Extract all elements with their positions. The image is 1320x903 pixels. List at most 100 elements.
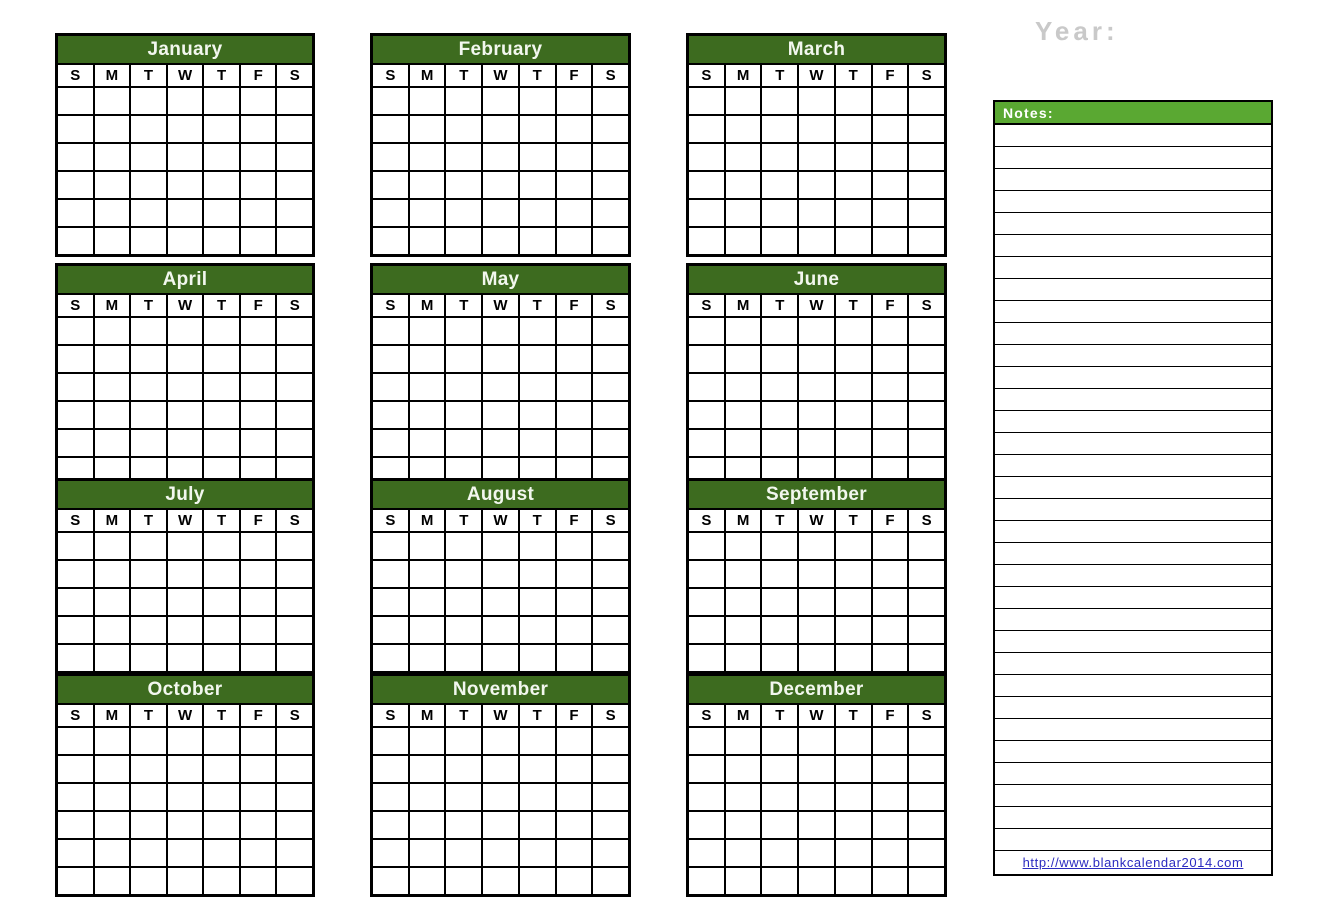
day-cell[interactable] — [689, 784, 724, 810]
day-cell[interactable] — [593, 617, 629, 643]
day-cell[interactable] — [373, 402, 408, 428]
day-cell[interactable] — [725, 374, 761, 400]
day-cell[interactable] — [519, 561, 555, 587]
day-cell[interactable] — [556, 200, 592, 226]
day-cell[interactable] — [835, 561, 871, 587]
day-cell[interactable] — [519, 756, 555, 782]
day-cell[interactable] — [240, 116, 276, 142]
day-cell[interactable] — [131, 172, 166, 198]
day-cell[interactable] — [762, 756, 798, 782]
day-cell[interactable] — [240, 402, 276, 428]
day-cell[interactable] — [725, 200, 761, 226]
day-cell[interactable] — [689, 346, 724, 372]
day-cell[interactable] — [277, 144, 313, 170]
day-cell[interactable] — [373, 318, 408, 344]
day-cell[interactable] — [593, 561, 629, 587]
day-cell[interactable] — [689, 430, 724, 456]
day-cell[interactable] — [131, 645, 166, 671]
day-cell[interactable] — [725, 430, 761, 456]
note-line[interactable] — [995, 279, 1271, 301]
day-cell[interactable] — [409, 88, 445, 114]
day-cell[interactable] — [556, 645, 592, 671]
day-cell[interactable] — [277, 784, 313, 810]
day-cell[interactable] — [58, 756, 93, 782]
day-cell[interactable] — [872, 346, 908, 372]
day-cell[interactable] — [409, 172, 445, 198]
day-cell[interactable] — [909, 346, 945, 372]
note-line[interactable] — [995, 697, 1271, 719]
day-cell[interactable] — [835, 756, 871, 782]
day-cell[interactable] — [909, 228, 945, 254]
note-line[interactable] — [995, 741, 1271, 763]
day-cell[interactable] — [909, 840, 945, 866]
day-cell[interactable] — [373, 346, 408, 372]
day-cell[interactable] — [725, 728, 761, 754]
day-cell[interactable] — [58, 617, 93, 643]
day-cell[interactable] — [446, 346, 482, 372]
day-cell[interactable] — [483, 346, 518, 372]
day-cell[interactable] — [483, 228, 518, 254]
day-cell[interactable] — [799, 200, 834, 226]
day-cell[interactable] — [446, 88, 482, 114]
day-cell[interactable] — [593, 645, 629, 671]
day-cell[interactable] — [519, 645, 555, 671]
day-cell[interactable] — [204, 374, 239, 400]
day-cell[interactable] — [483, 812, 518, 838]
day-cell[interactable] — [593, 840, 629, 866]
day-cell[interactable] — [483, 868, 518, 894]
day-cell[interactable] — [446, 645, 482, 671]
day-cell[interactable] — [519, 812, 555, 838]
day-cell[interactable] — [872, 756, 908, 782]
day-cell[interactable] — [519, 589, 555, 615]
day-cell[interactable] — [872, 645, 908, 671]
day-cell[interactable] — [131, 402, 166, 428]
day-cell[interactable] — [483, 784, 518, 810]
day-cell[interactable] — [909, 561, 945, 587]
day-cell[interactable] — [556, 812, 592, 838]
day-cell[interactable] — [204, 868, 239, 894]
day-cell[interactable] — [835, 868, 871, 894]
day-cell[interactable] — [94, 346, 130, 372]
day-cell[interactable] — [835, 144, 871, 170]
day-cell[interactable] — [872, 533, 908, 559]
day-cell[interactable] — [204, 840, 239, 866]
day-cell[interactable] — [689, 589, 724, 615]
day-cell[interactable] — [277, 346, 313, 372]
note-line[interactable] — [995, 499, 1271, 521]
day-cell[interactable] — [204, 756, 239, 782]
day-cell[interactable] — [872, 374, 908, 400]
day-cell[interactable] — [725, 840, 761, 866]
day-cell[interactable] — [799, 402, 834, 428]
day-cell[interactable] — [762, 402, 798, 428]
day-cell[interactable] — [762, 374, 798, 400]
day-cell[interactable] — [689, 840, 724, 866]
day-cell[interactable] — [799, 561, 834, 587]
day-cell[interactable] — [94, 784, 130, 810]
day-cell[interactable] — [131, 840, 166, 866]
day-cell[interactable] — [909, 88, 945, 114]
day-cell[interactable] — [762, 868, 798, 894]
day-cell[interactable] — [483, 589, 518, 615]
day-cell[interactable] — [725, 402, 761, 428]
day-cell[interactable] — [799, 728, 834, 754]
blankcalendar-link[interactable]: http://www.blankcalendar2014.com — [1023, 855, 1244, 870]
day-cell[interactable] — [556, 172, 592, 198]
day-cell[interactable] — [872, 812, 908, 838]
day-cell[interactable] — [593, 318, 629, 344]
day-cell[interactable] — [556, 88, 592, 114]
day-cell[interactable] — [835, 88, 871, 114]
day-cell[interactable] — [58, 784, 93, 810]
day-cell[interactable] — [58, 88, 93, 114]
day-cell[interactable] — [872, 868, 908, 894]
day-cell[interactable] — [204, 728, 239, 754]
note-line[interactable] — [995, 807, 1271, 829]
day-cell[interactable] — [373, 88, 408, 114]
day-cell[interactable] — [835, 402, 871, 428]
day-cell[interactable] — [409, 617, 445, 643]
day-cell[interactable] — [519, 346, 555, 372]
day-cell[interactable] — [835, 840, 871, 866]
note-line[interactable] — [995, 235, 1271, 257]
day-cell[interactable] — [446, 374, 482, 400]
day-cell[interactable] — [131, 812, 166, 838]
note-line[interactable] — [995, 565, 1271, 587]
